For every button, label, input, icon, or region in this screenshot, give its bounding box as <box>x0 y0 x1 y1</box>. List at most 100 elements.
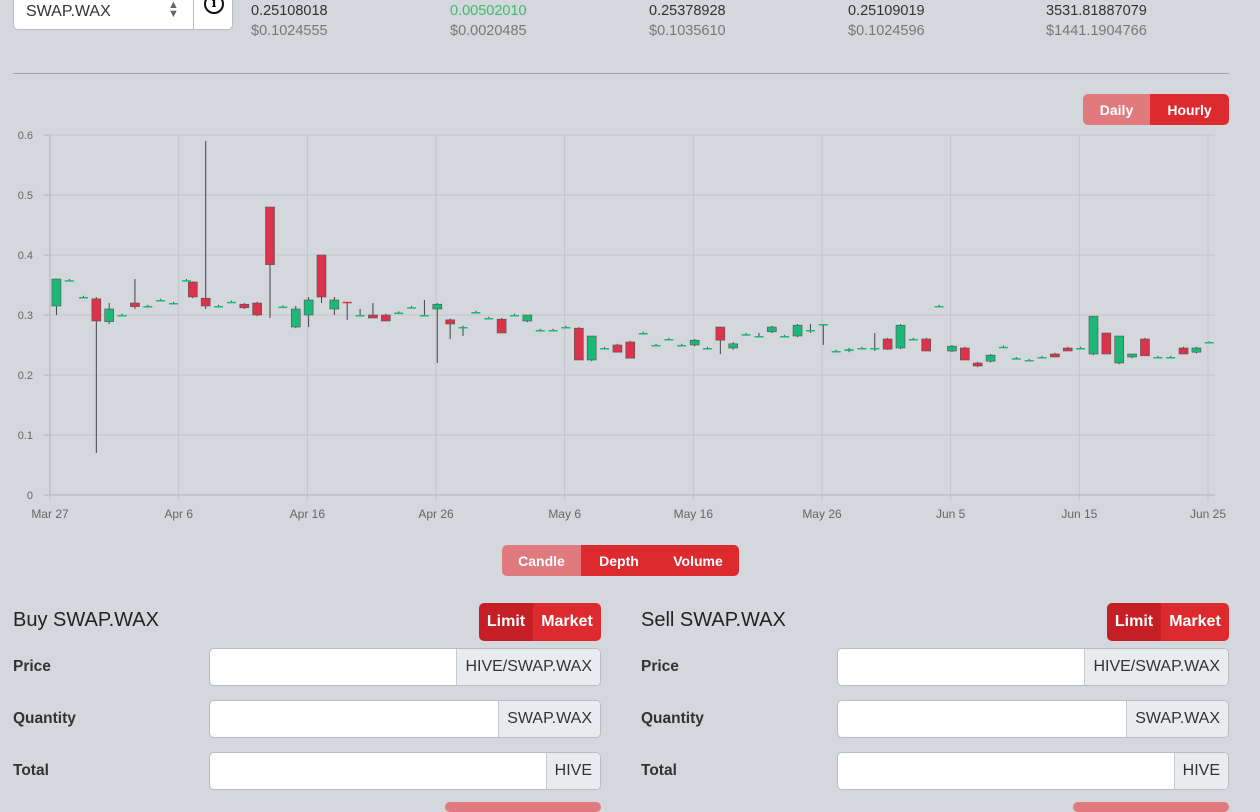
candle-body <box>381 314 391 322</box>
candle-body <box>908 339 918 341</box>
stat-high: 0.25378928 $0.1035610 <box>649 1 726 41</box>
candle-body <box>181 280 191 282</box>
x-tick-label: May 26 <box>802 507 842 521</box>
stat-last-price: 0.25108018 $0.1024555 <box>251 1 328 41</box>
candle-body <box>792 324 803 337</box>
sell-total-field[interactable]: HIVE <box>837 752 1229 790</box>
price-chart: 0 0.1 0.2 0.3 0.4 0.5 0.6 Mar 27 Apr 6 Apr 16 Apr … <box>0 125 1240 525</box>
stat-volume: 3531.81887079 $1441.1904766 <box>1046 1 1147 41</box>
x-tick-label: Jun 25 <box>1190 507 1226 521</box>
candle-body <box>1050 353 1060 358</box>
stat-last-price-usd: $0.1024555 <box>251 23 328 39</box>
interval-toggle: Daily Hourly <box>1083 94 1229 125</box>
sell-quantity-field[interactable]: SWAP.WAX <box>837 700 1229 738</box>
sell-price-field[interactable]: HIVE/SWAP.WAX <box>837 648 1229 686</box>
candle-body <box>342 301 352 304</box>
candle-body <box>200 297 211 307</box>
candle-body <box>1011 358 1021 360</box>
candle-body <box>600 348 610 350</box>
candle-body <box>188 281 198 298</box>
candle-body <box>985 354 996 362</box>
y-tick-label: 0.1 <box>18 430 33 442</box>
x-tick-label: Apr 26 <box>418 507 454 521</box>
candle-body <box>998 346 1008 349</box>
chevron-updown-icon: ▲ ▼ <box>168 0 179 20</box>
x-tick-label: Jun 5 <box>936 507 966 521</box>
candle-body <box>226 301 236 304</box>
candle-body <box>767 326 777 333</box>
sell-price-label: Price <box>641 658 679 675</box>
sell-submit-button[interactable] <box>1073 802 1229 812</box>
buy-total-field[interactable]: HIVE <box>209 752 601 790</box>
candle-body <box>612 344 623 353</box>
sell-title: Sell SWAP.WAX <box>641 609 786 631</box>
sell-limit-button[interactable]: Limit <box>1107 603 1161 641</box>
buy-price-label: Price <box>13 658 51 675</box>
stat-high-usd: $0.1035610 <box>649 23 726 39</box>
market-select[interactable]: SWAP.WAX ▲ ▼ i <box>13 0 233 30</box>
stat-change-usd: $0.0020485 <box>450 23 527 39</box>
candle-body <box>265 206 275 265</box>
market-select-value: SWAP.WAX <box>26 3 111 20</box>
candle-body <box>509 315 519 317</box>
buy-market-button[interactable]: Market <box>533 603 601 641</box>
buy-submit-button[interactable] <box>445 802 601 812</box>
stat-change-hive: 0.00502010 <box>450 3 527 19</box>
candle-body <box>496 318 507 334</box>
candle-body <box>1140 338 1150 357</box>
stat-high-hive: 0.25378928 <box>649 3 726 19</box>
candle-body <box>972 362 983 367</box>
y-tick-label: 0.5 <box>18 190 33 202</box>
candle-body <box>625 341 636 359</box>
stat-volume-hive: 3531.81887079 <box>1046 3 1147 19</box>
candle-body <box>156 300 166 302</box>
stat-low-usd: $0.1024596 <box>848 23 925 39</box>
candle-body <box>239 303 250 309</box>
stat-change: 0.00502010 $0.0020485 <box>450 1 527 41</box>
candle-body <box>677 345 687 347</box>
candle-body <box>1127 353 1137 358</box>
x-tick-label: Apr 16 <box>290 507 326 521</box>
hourly-button[interactable]: Hourly <box>1150 94 1229 125</box>
candle-body <box>1088 315 1099 355</box>
buy-title: Buy SWAP.WAX <box>13 609 159 631</box>
candle-body <box>548 330 558 332</box>
candle-body <box>535 330 545 332</box>
info-icon[interactable]: i <box>204 0 224 14</box>
candle-body <box>355 315 365 317</box>
buy-quantity-field[interactable]: SWAP.WAX <box>209 700 601 738</box>
buy-limit-button[interactable]: Limit <box>479 603 533 641</box>
y-tick-label: 0.2 <box>18 370 33 382</box>
buy-price-field[interactable]: HIVE/SWAP.WAX <box>209 648 601 686</box>
candle-body <box>1101 332 1112 355</box>
candle-body <box>818 324 828 326</box>
candle-body <box>574 327 584 361</box>
daily-button[interactable]: Daily <box>1083 94 1150 125</box>
buy-total-unit: HIVE <box>545 753 600 789</box>
candle-body <box>741 334 751 336</box>
buy-total-label: Total <box>13 762 49 779</box>
stat-low: 0.25109019 $0.1024596 <box>848 1 925 41</box>
sell-quantity-unit: SWAP.WAX <box>1126 701 1228 737</box>
candle-body <box>394 312 404 315</box>
candle-body <box>870 348 880 350</box>
candle-body <box>586 335 597 361</box>
candle-body <box>169 303 179 305</box>
tab-depth[interactable]: Depth <box>581 545 657 576</box>
candle-body <box>960 347 970 361</box>
tab-candle[interactable]: Candle <box>502 545 581 576</box>
buy-quantity-unit: SWAP.WAX <box>498 701 600 737</box>
stat-volume-usd: $1441.1904766 <box>1046 23 1147 39</box>
candle-body <box>844 349 854 351</box>
sell-market-button[interactable]: Market <box>1161 603 1229 641</box>
candle-body <box>715 326 726 341</box>
sell-total-unit: HIVE <box>1173 753 1228 789</box>
candle-body <box>689 339 700 346</box>
candle-body <box>1062 347 1073 352</box>
candle-body <box>702 348 712 350</box>
candle-body <box>130 302 140 307</box>
candle-body <box>857 348 867 350</box>
candle-body <box>934 306 944 308</box>
candle-body <box>471 312 481 314</box>
tab-volume[interactable]: Volume <box>657 545 739 576</box>
